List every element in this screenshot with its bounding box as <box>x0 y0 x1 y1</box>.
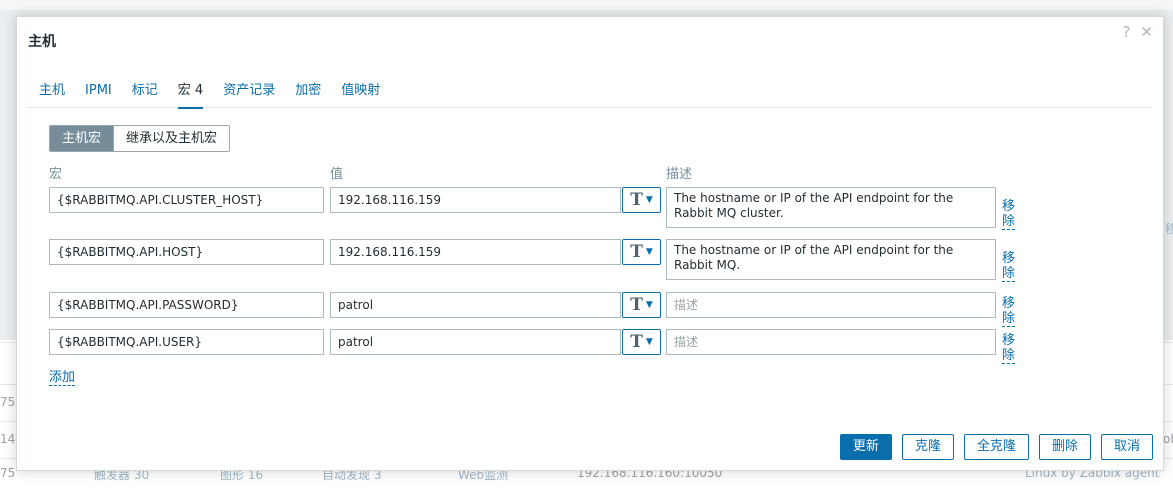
tab-macros[interactable]: 宏 4 <box>168 80 213 109</box>
remove-macro-link[interactable]: 移除 <box>1002 251 1016 282</box>
full-clone-button[interactable]: 全克隆 <box>963 434 1029 460</box>
macro-description-field[interactable]: The hostname or IP of the API endpoint f… <box>666 187 996 228</box>
remove-macro-link[interactable]: 移除 <box>1002 296 1016 327</box>
macro-value-field[interactable]: 192.168.116.159 <box>330 187 621 213</box>
text-type-icon: T <box>630 189 643 210</box>
host-dialog: 主机 ? ✕ 主机 IPMI 标记 宏 4 资产记录 加密 值映射 主机宏 继承… <box>16 16 1164 471</box>
remove-macro-link[interactable]: 移除 <box>1002 199 1016 230</box>
macro-value-field[interactable]: patrol <box>330 329 621 355</box>
bg-row-number: 75 <box>0 466 16 480</box>
column-header-value: 值 <box>330 167 344 182</box>
dialog-title: 主机 <box>28 34 56 50</box>
value-type-button[interactable]: T ▼ <box>622 187 661 213</box>
macro-description-field[interactable]: 描述 <box>666 292 996 318</box>
macro-description-field[interactable]: 描述 <box>666 329 996 355</box>
chevron-down-icon: ▼ <box>645 195 653 205</box>
tab-bar: 主机 IPMI 标记 宏 4 资产记录 加密 值映射 <box>28 80 1152 109</box>
delete-button[interactable]: 删除 <box>1038 434 1091 460</box>
bg-row-number: 75 <box>0 395 16 409</box>
tab-value-mapping[interactable]: 值映射 <box>331 80 390 108</box>
chevron-down-icon: ▼ <box>645 300 653 310</box>
tab-inventory[interactable]: 资产记录 <box>213 80 285 108</box>
macro-value-field[interactable]: patrol <box>330 292 621 318</box>
tab-count: 4 <box>194 83 204 98</box>
macro-value-field[interactable]: 192.168.116.159 <box>330 239 621 265</box>
value-type-button[interactable]: T ▼ <box>622 329 661 355</box>
text-type-icon: T <box>630 294 643 315</box>
chevron-down-icon: ▼ <box>645 337 653 347</box>
value-type-button[interactable]: T ▼ <box>622 239 661 265</box>
tab-encryption[interactable]: 加密 <box>285 80 331 108</box>
close-icon[interactable]: ✕ <box>1140 23 1153 41</box>
macro-name-field[interactable]: {$RABBITMQ.API.CLUSTER_HOST} <box>49 187 324 213</box>
text-type-icon: T <box>630 331 643 352</box>
bg-row-text: ob <box>1163 432 1173 446</box>
value-type-button[interactable]: T ▼ <box>622 292 661 318</box>
tab-host[interactable]: 主机 <box>28 80 75 108</box>
macro-name-field[interactable]: {$RABBITMQ.API.HOST} <box>49 239 324 265</box>
macro-name-field[interactable]: {$RABBITMQ.API.PASSWORD} <box>49 292 324 318</box>
dialog-footer: 更新 克隆 全克隆 删除 取消 <box>839 434 1153 460</box>
add-macro-link[interactable]: 添加 <box>49 370 76 386</box>
remove-macro-link[interactable]: 移除 <box>1002 333 1016 364</box>
cancel-button[interactable]: 取消 <box>1100 434 1153 460</box>
host-macros-button[interactable]: 主机宏 <box>50 126 114 151</box>
chevron-down-icon: ▼ <box>645 247 653 257</box>
macro-scope-toggle: 主机宏 继承以及主机宏 <box>49 125 231 152</box>
help-icon[interactable]: ? <box>1122 23 1130 41</box>
column-header-description: 描述 <box>666 167 693 182</box>
clone-button[interactable]: 克隆 <box>901 434 954 460</box>
text-type-icon: T <box>630 241 643 262</box>
macro-description-field[interactable]: The hostname or IP of the API endpoint f… <box>666 239 996 280</box>
macro-name-field[interactable]: {$RABBITMQ.API.USER} <box>49 329 324 355</box>
bg-edge-text: 移 <box>1165 222 1173 236</box>
update-button[interactable]: 更新 <box>839 434 892 460</box>
inherited-macros-button[interactable]: 继承以及主机宏 <box>113 126 230 151</box>
column-header-macro: 宏 <box>49 167 63 182</box>
tab-ipmi[interactable]: IPMI <box>75 80 122 108</box>
tab-tags[interactable]: 标记 <box>122 80 168 108</box>
